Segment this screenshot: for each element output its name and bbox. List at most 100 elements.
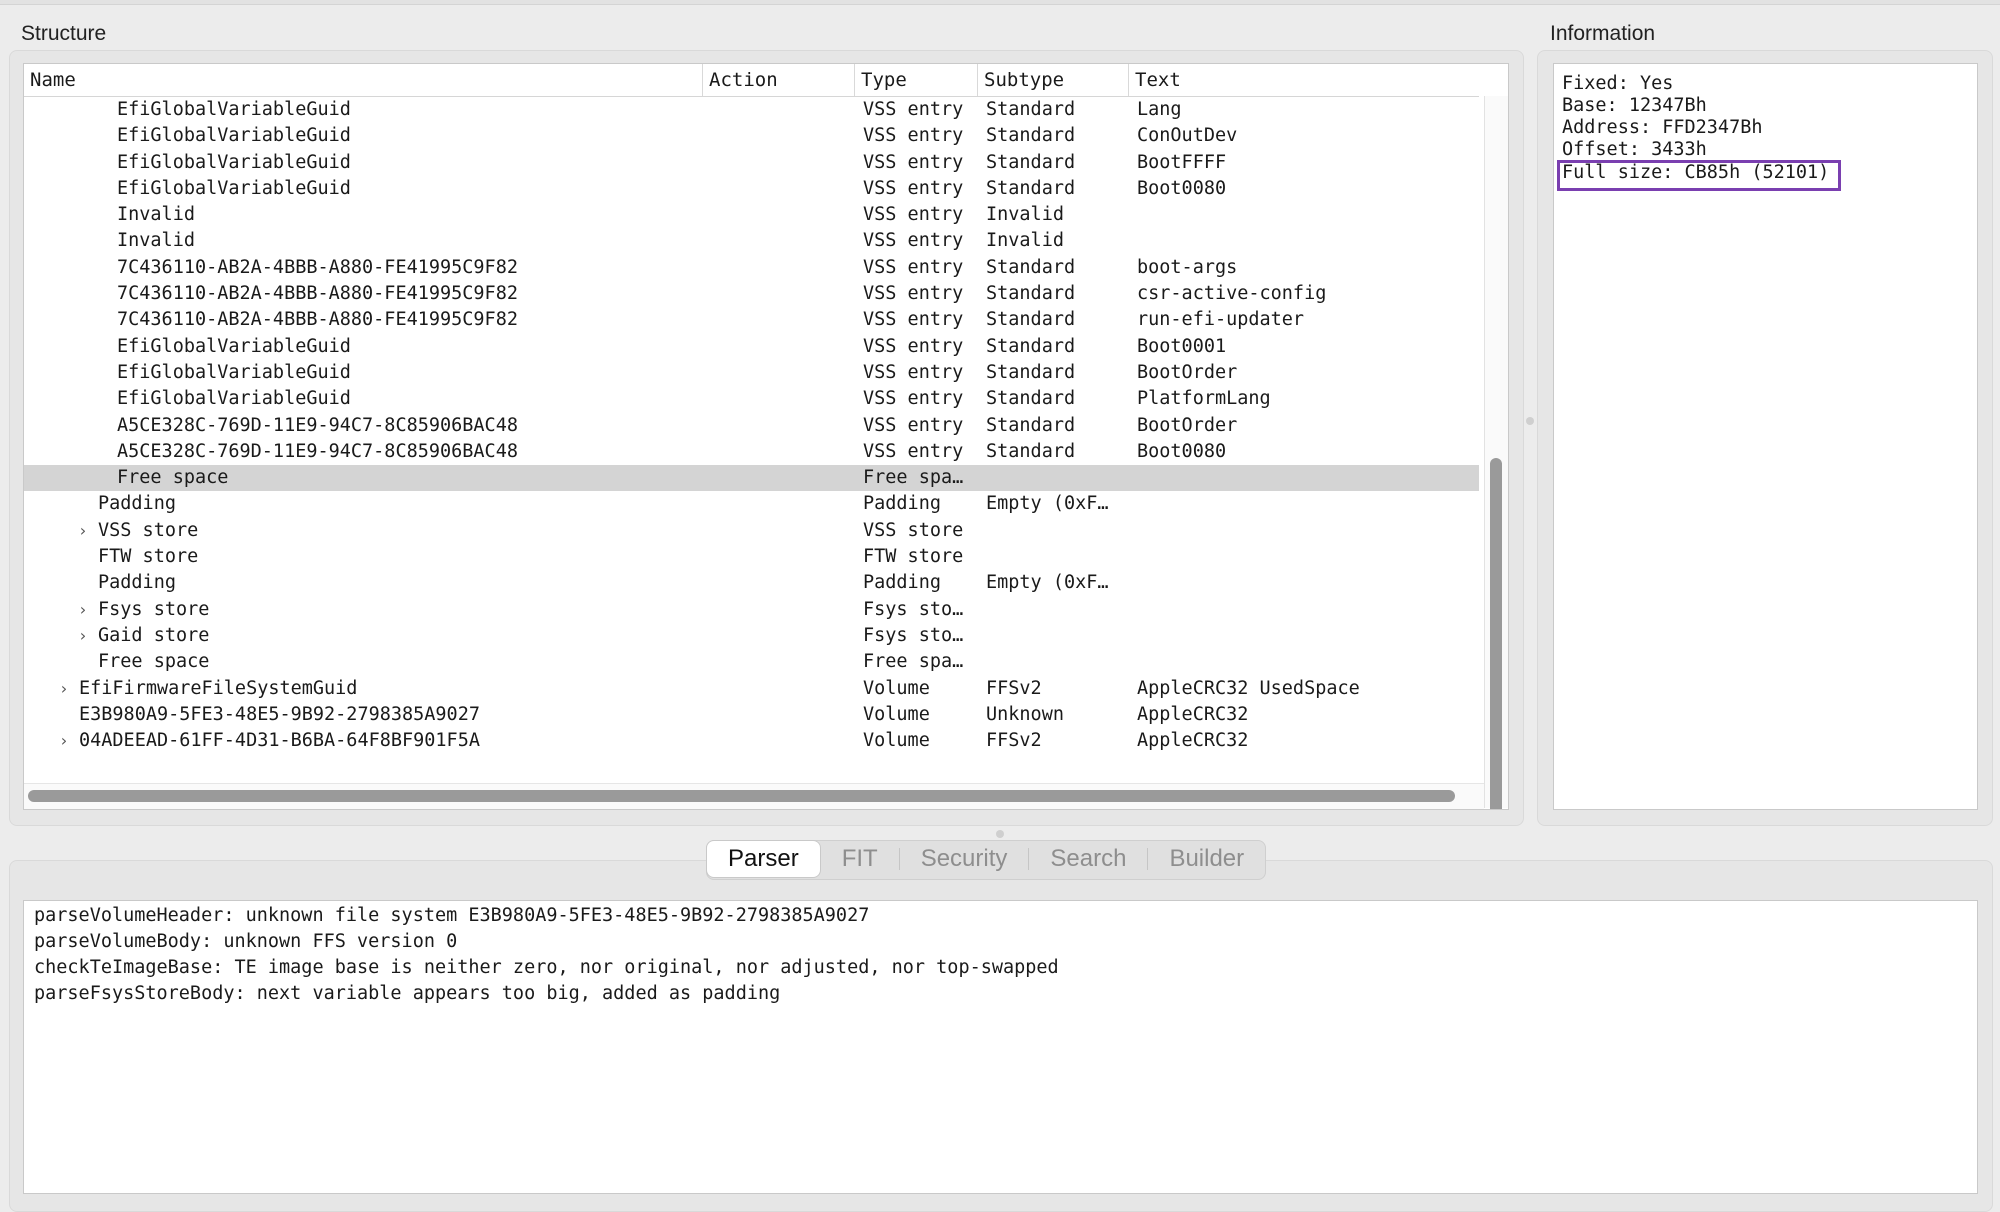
cell-text: Lang (1137, 99, 1182, 120)
column-header-name[interactable]: Name (24, 64, 703, 96)
table-row[interactable]: Invalid VSS entry Invalid (24, 228, 1479, 254)
tree-rows: EfiGlobalVariableGuid VSS entry Standard La… (24, 97, 1479, 754)
information-pane[interactable]: Fixed: Yes Base: 12347Bh Address: FFD234… (1553, 63, 1978, 810)
cell-type: VSS entry (863, 230, 964, 252)
table-row[interactable]: A5CE328C-769D-11E9-94C7-8C85906BAC48 VSS … (24, 413, 1479, 439)
cell-name: 7C436110-AB2A-4BBB-A880-FE41995C9F82 (117, 283, 518, 305)
table-row[interactable]: Free space Free spa… (24, 465, 1479, 492)
chevron-right-icon[interactable]: › (59, 676, 69, 702)
message-line[interactable]: parseVolumeHeader: unknown file system E… (34, 905, 869, 926)
cell-type: VSS entry (863, 388, 964, 410)
table-row[interactable]: EfiGlobalVariableGuid VSS entry Standard Bo… (24, 176, 1479, 202)
cell-type: VSS entry (863, 125, 964, 147)
cell-name: Padding (98, 493, 176, 515)
messages-pane[interactable]: parseVolumeHeader: unknown file system E… (23, 900, 1978, 1194)
cell-name: EfiGlobalVariableGuid (117, 361, 351, 383)
tab-fit[interactable]: FIT (821, 841, 899, 877)
table-row[interactable]: › Gaid store Fsys sto… (24, 623, 1479, 649)
cell-text: ConOutDev (1137, 125, 1238, 147)
horizontal-scrollbar[interactable] (24, 783, 1484, 809)
cell-type: VSS entry (863, 335, 964, 357)
table-row[interactable]: Invalid VSS entry Invalid (24, 202, 1479, 228)
tree-header: Name Action Type Subtype Text (24, 64, 1479, 97)
table-row[interactable]: EfiGlobalVariableGuid VSS entry Standard Bo… (24, 360, 1479, 386)
cell-type: Volume (863, 703, 930, 725)
cell-subtype: Standard (986, 335, 1076, 357)
cell-name: EfiGlobalVariableGuid (117, 125, 351, 147)
cell-subtype: Empty (0xF… (986, 572, 1109, 594)
table-row[interactable]: EfiGlobalVariableGuid VSS entry Standard Bo… (24, 150, 1479, 176)
cell-name: 7C436110-AB2A-4BBB-A880-FE41995C9F82 (117, 256, 518, 278)
table-row[interactable]: › Fsys store Fsys sto… (24, 597, 1479, 623)
cell-type: Free spa… (863, 651, 964, 673)
cell-type: VSS entry (863, 177, 964, 199)
cell-subtype: Standard (986, 361, 1076, 383)
tab-search[interactable]: Search (1029, 841, 1147, 877)
table-row[interactable]: E3B980A9-5FE3-48E5-9B92-2798385A9027 Volu… (24, 702, 1479, 728)
chevron-right-icon[interactable]: › (59, 728, 69, 754)
chevron-right-icon[interactable]: › (78, 518, 88, 544)
cell-name: Invalid (117, 204, 195, 226)
table-row[interactable]: 7C436110-AB2A-4BBB-A880-FE41995C9F82 VSS … (24, 255, 1479, 281)
table-row[interactable]: EfiGlobalVariableGuid VSS entry Standard Co… (24, 123, 1479, 149)
cell-subtype: Standard (986, 283, 1076, 305)
message-line[interactable]: checkTeImageBase: TE image base is neith… (34, 957, 1059, 978)
cell-type: VSS entry (863, 361, 964, 383)
vertical-scroll-thumb[interactable] (1490, 458, 1502, 809)
table-row[interactable]: Padding Padding Empty (0xF… (24, 570, 1479, 596)
structure-title: Structure (21, 22, 107, 45)
tab-bar: Parser FIT Security Search Builder (706, 840, 1267, 880)
table-row[interactable]: 7C436110-AB2A-4BBB-A880-FE41995C9F82 VSS … (24, 307, 1479, 333)
vertical-scrollbar[interactable] (1484, 96, 1508, 809)
cell-subtype: FFSv2 (986, 677, 1042, 699)
cell-name: Free space (98, 651, 210, 673)
vertical-splitter-handle[interactable] (1526, 417, 1534, 425)
cell-name: Invalid (117, 230, 195, 252)
structure-tree[interactable]: Name Action Type Subtype Text EfiGlobalV… (23, 63, 1509, 810)
cell-subtype: Standard (986, 309, 1076, 331)
column-header-action[interactable]: Action (703, 64, 855, 96)
cell-subtype: Standard (986, 388, 1076, 410)
message-line[interactable]: parseFsysStoreBody: next variable appear… (34, 983, 780, 1004)
tab-builder[interactable]: Builder (1148, 841, 1265, 877)
cell-subtype: Invalid (986, 230, 1064, 252)
cell-type: Padding (863, 493, 941, 515)
cell-text: BootOrder (1137, 414, 1238, 436)
cell-subtype: Empty (0xF… (986, 493, 1109, 515)
cell-name: Free space (117, 467, 229, 489)
chevron-right-icon[interactable]: › (78, 623, 88, 649)
table-row[interactable]: Free space Free spa… (24, 649, 1479, 675)
column-header-subtype[interactable]: Subtype (978, 64, 1129, 96)
cell-type: Volume (863, 677, 930, 699)
message-line[interactable]: parseVolumeBody: unknown FFS version 0 (34, 931, 457, 952)
cell-text: PlatformLang (1137, 388, 1271, 410)
horizontal-splitter-handle[interactable] (996, 830, 1004, 838)
cell-name: Padding (98, 572, 176, 594)
table-row[interactable]: EfiGlobalVariableGuid VSS entry Standard La… (24, 97, 1479, 123)
table-row[interactable]: › 04ADEEAD-61FF-4D31-B6BA-64F8BF901F5A Vol… (24, 728, 1479, 754)
tab-parser[interactable]: Parser (707, 841, 820, 877)
table-row[interactable]: EfiGlobalVariableGuid VSS entry Standard Pl… (24, 386, 1479, 412)
table-row[interactable]: EfiGlobalVariableGuid VSS entry Standard Bo… (24, 334, 1479, 360)
cell-subtype: Standard (986, 99, 1076, 120)
table-row[interactable]: FTW store FTW store (24, 544, 1479, 570)
table-row[interactable]: A5CE328C-769D-11E9-94C7-8C85906BAC48 VSS … (24, 439, 1479, 465)
cell-name: EfiGlobalVariableGuid (117, 335, 351, 357)
tab-security[interactable]: Security (900, 841, 1029, 877)
cell-type: FTW store (863, 546, 964, 568)
cell-text: Boot0080 (1137, 177, 1227, 199)
table-row[interactable]: Padding Padding Empty (0xF… (24, 491, 1479, 517)
horizontal-scroll-thumb[interactable] (28, 790, 1455, 802)
cell-type: Fsys sto… (863, 598, 964, 620)
cell-type: VSS entry (863, 151, 964, 173)
cell-text: Boot0001 (1137, 335, 1227, 357)
column-header-text[interactable]: Text (1129, 64, 1479, 96)
cell-subtype: Standard (986, 177, 1076, 199)
cell-type: VSS entry (863, 440, 964, 462)
chevron-right-icon[interactable]: › (78, 597, 88, 623)
cell-name: FTW store (98, 546, 199, 568)
column-header-type[interactable]: Type (855, 64, 978, 96)
table-row[interactable]: 7C436110-AB2A-4BBB-A880-FE41995C9F82 VSS … (24, 281, 1479, 307)
table-row[interactable]: › EfiFirmwareFileSystemGuid Volume FFSv2 App… (24, 676, 1479, 702)
table-row[interactable]: › VSS store VSS store (24, 518, 1479, 544)
